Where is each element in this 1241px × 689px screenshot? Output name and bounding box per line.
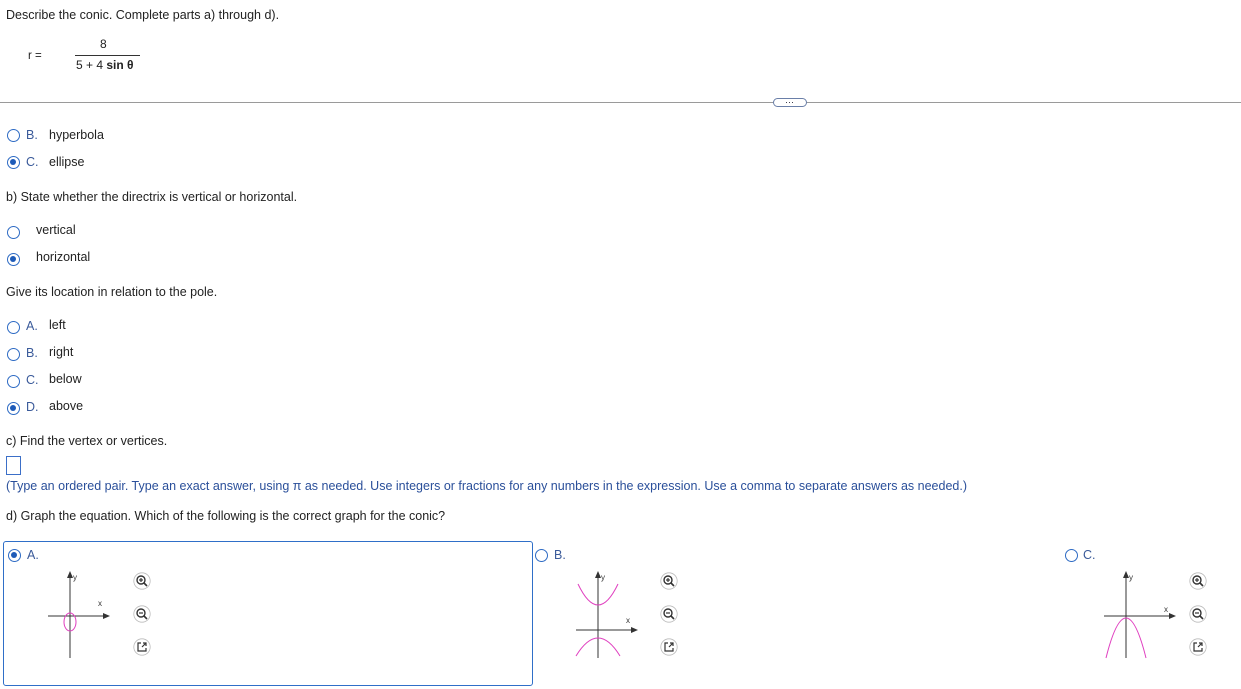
option-label-horizontal: horizontal <box>36 250 91 264</box>
location-prompt: Give its location in relation to the pol… <box>6 285 218 299</box>
x-axis-label: x <box>626 616 630 625</box>
zoom-out-icon[interactable] <box>660 605 678 623</box>
radio-ellipse[interactable] <box>7 156 20 169</box>
answer-hint: (Type an ordered pair. Type an exact ans… <box>6 479 967 493</box>
radio-right[interactable] <box>7 348 20 361</box>
radio-horizontal[interactable] <box>7 253 20 266</box>
radio-below[interactable] <box>7 375 20 388</box>
part-b-prompt: b) State whether the directrix is vertic… <box>6 190 298 204</box>
denominator-func: sin θ <box>106 58 134 72</box>
option-letter-b: B. <box>26 128 38 142</box>
option-letter-b2: B. <box>26 346 38 360</box>
y-axis-label: y <box>601 573 605 582</box>
option-label-hyperbola: hyperbola <box>49 128 104 142</box>
x-axis-arrow <box>103 613 110 619</box>
x-axis-label: x <box>98 599 102 608</box>
equation-denominator: 5 + 4 sin θ <box>76 58 134 72</box>
y-axis-label: y <box>1129 573 1133 582</box>
y-axis-label: y <box>73 573 77 582</box>
section-divider <box>0 102 1241 103</box>
option-label-below: below <box>49 372 82 386</box>
equation-lhs: r = <box>28 50 42 62</box>
option-label-above: above <box>49 399 84 413</box>
radio-hyperbola[interactable] <box>7 129 20 142</box>
option-letter-a: A. <box>26 319 38 333</box>
option-label-right: right <box>49 345 74 359</box>
radio-graph-a[interactable] <box>8 549 21 562</box>
polar-equation: r = 8 5 + 4 sin θ <box>28 36 148 76</box>
x-axis-arrow <box>631 627 638 633</box>
open-external-icon[interactable] <box>1189 638 1207 656</box>
part-d-prompt: d) Graph the equation. Which of the foll… <box>6 509 446 523</box>
option-letter-c: C. <box>26 155 39 169</box>
vertex-answer-input[interactable] <box>6 456 21 475</box>
zoom-out-icon[interactable] <box>1189 605 1207 623</box>
graph-letter-b: B. <box>554 548 566 562</box>
open-external-icon[interactable] <box>660 638 678 656</box>
zoom-out-icon[interactable] <box>133 605 151 623</box>
radio-above[interactable] <box>7 402 20 415</box>
question-instruction: Describe the conic. Complete parts a) th… <box>6 8 280 22</box>
radio-graph-c[interactable] <box>1065 549 1078 562</box>
zoom-in-icon[interactable] <box>1189 572 1207 590</box>
option-label-vertical: vertical <box>36 223 76 237</box>
part-c-prompt: c) Find the vertex or vertices. <box>6 434 168 448</box>
radio-left[interactable] <box>7 321 20 334</box>
zoom-in-icon[interactable] <box>660 572 678 590</box>
x-axis-arrow <box>1169 613 1176 619</box>
option-label-left: left <box>49 318 66 332</box>
graph-b-hyperbola[interactable]: y x <box>572 568 642 660</box>
zoom-in-icon[interactable] <box>133 572 151 590</box>
graph-a-ellipse[interactable]: y x <box>44 568 114 660</box>
graph-letter-a: A. <box>27 548 39 562</box>
graph-letter-c: C. <box>1083 548 1096 562</box>
more-options-button[interactable]: ⋯ <box>773 98 807 107</box>
fraction-bar <box>75 55 140 56</box>
equation-numerator: 8 <box>100 37 107 51</box>
option-letter-d: D. <box>26 400 39 414</box>
graph-c-parabola[interactable]: y x <box>1100 568 1180 660</box>
option-label-ellipse: ellipse <box>49 155 85 169</box>
x-axis-label: x <box>1164 605 1168 614</box>
radio-graph-b[interactable] <box>535 549 548 562</box>
open-external-icon[interactable] <box>133 638 151 656</box>
option-letter-c2: C. <box>26 373 39 387</box>
radio-vertical[interactable] <box>7 226 20 239</box>
denominator-prefix: 5 + 4 <box>76 58 107 72</box>
